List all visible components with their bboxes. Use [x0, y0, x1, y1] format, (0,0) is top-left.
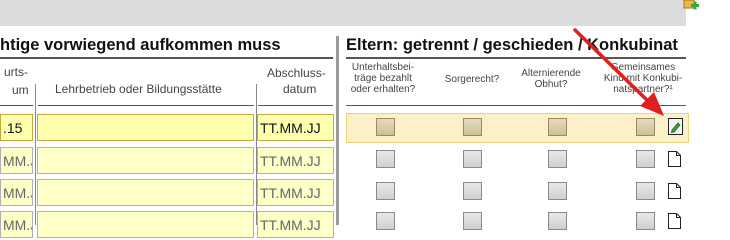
header-lehrbetrieb: Lehrbetrieb oder Bildungsstätte — [55, 82, 222, 96]
obhut-checkbox[interactable] — [548, 118, 567, 136]
unterhalt-checkbox[interactable] — [376, 118, 395, 136]
sorgerecht-checkbox[interactable] — [463, 212, 482, 230]
document-icon[interactable] — [668, 151, 681, 167]
header-gemeinsam-line1: Gemeinsames — [610, 62, 676, 73]
gemeinsam-checkbox[interactable] — [636, 150, 655, 168]
section-divider — [336, 36, 339, 225]
edit-document-icon[interactable] — [668, 118, 683, 135]
header-obhut-line2: Obhut? — [534, 79, 568, 90]
add-folder-icon[interactable] — [683, 0, 701, 12]
birth-date-field[interactable]: MM.JJ — [0, 179, 33, 206]
document-icon[interactable] — [668, 183, 681, 199]
birth-date-field[interactable]: MM.JJ — [0, 147, 33, 174]
header-gemeinsam-line2: Kind mit Konkubi- — [603, 73, 683, 84]
lehrbetrieb-field[interactable] — [37, 179, 254, 206]
gemeinsam-checkbox[interactable] — [636, 118, 655, 136]
section-title-right: Eltern: getrennt / geschieden / Konkubin… — [346, 36, 678, 54]
title-underline-right — [346, 57, 686, 59]
header-gemeinsam-line3: natspartner?¹ — [613, 84, 673, 95]
header-underline — [38, 105, 254, 106]
sorgerecht-checkbox[interactable] — [463, 182, 482, 200]
header-unterhalt-line2: träge bezahlt — [354, 73, 412, 84]
obhut-checkbox[interactable] — [548, 150, 567, 168]
header-abschluss-line2: datum — [283, 82, 317, 96]
header-abschluss-line1: Abschluss- — [267, 66, 326, 80]
abschluss-date-field[interactable]: TT.MM.JJ — [257, 179, 334, 206]
section-title-left: htige vorwiegend aufkommen muss — [0, 36, 281, 54]
abschluss-date-field[interactable]: TT.MM.JJ — [257, 211, 334, 238]
header-birth-line2: um — [12, 83, 29, 97]
header-sorgerecht: Sorgerecht? — [444, 74, 500, 85]
header-birth-line1: urts- — [4, 65, 28, 79]
abschluss-date-field[interactable]: TT.MM.JJ — [257, 147, 334, 174]
gemeinsam-checkbox[interactable] — [636, 212, 655, 230]
birth-date-field[interactable]: MM.JJ — [0, 211, 33, 238]
title-underline-left — [0, 57, 333, 59]
lehrbetrieb-field[interactable] — [37, 211, 254, 238]
sorgerecht-checkbox[interactable] — [463, 150, 482, 168]
lehrbetrieb-field[interactable] — [37, 114, 254, 141]
birth-date-field[interactable]: .15 — [0, 114, 33, 141]
header-underline — [258, 105, 333, 106]
header-underline — [0, 105, 33, 106]
obhut-checkbox[interactable] — [548, 182, 567, 200]
header-obhut-line1: Alternierende — [521, 68, 581, 79]
header-unterhalt-line1: Unterhaltsbei- — [351, 62, 415, 73]
unterhalt-checkbox[interactable] — [376, 212, 395, 230]
column-separator — [35, 84, 36, 225]
lehrbetrieb-field[interactable] — [37, 147, 254, 174]
header-unterhalt-line3: oder erhalten? — [350, 84, 416, 95]
document-icon[interactable] — [668, 213, 681, 229]
abschluss-date-field[interactable]: TT.MM.JJ — [257, 114, 334, 141]
top-toolbar-strip — [0, 0, 686, 26]
sorgerecht-checkbox[interactable] — [463, 118, 482, 136]
gemeinsam-checkbox[interactable] — [636, 182, 655, 200]
header-underline — [346, 105, 686, 106]
obhut-checkbox[interactable] — [548, 212, 567, 230]
unterhalt-checkbox[interactable] — [376, 150, 395, 168]
unterhalt-checkbox[interactable] — [376, 182, 395, 200]
